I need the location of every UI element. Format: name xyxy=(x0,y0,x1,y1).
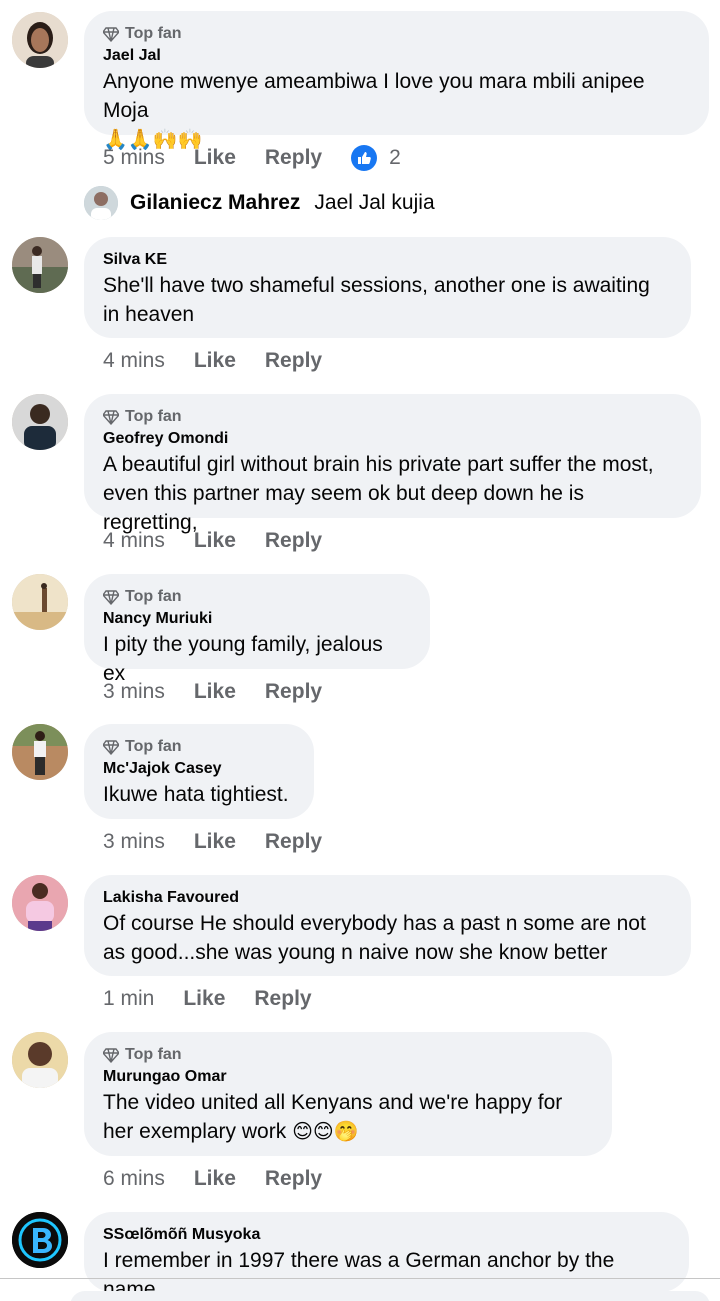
avatar[interactable] xyxy=(12,1212,68,1268)
like-button[interactable]: Like xyxy=(194,529,236,553)
top-fan-badge: Top fan xyxy=(103,586,410,608)
reaction-count: 2 xyxy=(389,146,401,169)
comment-author[interactable]: Mc'Jajok Casey xyxy=(103,758,294,780)
like-button[interactable]: Like xyxy=(194,680,236,704)
comment-bubble: Top fan Nancy Muriuki I pity the young f… xyxy=(84,574,430,685)
composer-divider xyxy=(0,1278,720,1279)
comment-bubble: Top fan Jael Jal Anyone mwenye ameambiwa… xyxy=(84,11,709,151)
comment-text: The video united all Kenyans and we're h… xyxy=(103,1088,592,1146)
reply-button[interactable]: Reply xyxy=(265,680,322,704)
logo-b-avatar-icon xyxy=(12,1212,68,1268)
reply-button[interactable]: Reply xyxy=(265,830,322,854)
avatar[interactable] xyxy=(12,237,68,293)
comment-text: Anyone mwenye ameambiwa I love you mara … xyxy=(103,67,689,154)
comment-text: A beautiful girl without brain his priva… xyxy=(103,453,654,534)
comment-time[interactable]: 1 min xyxy=(103,987,154,1011)
profile-photo-room-icon xyxy=(12,574,68,630)
diamond-icon xyxy=(103,410,119,425)
comment-composer-input[interactable] xyxy=(70,1291,710,1301)
top-fan-label: Top fan xyxy=(125,25,182,42)
reply-button[interactable]: Reply xyxy=(265,1167,322,1191)
comment-author[interactable]: Geofrey Omondi xyxy=(103,428,681,450)
like-button[interactable]: Like xyxy=(194,830,236,854)
comment-bubble: Lakisha Favoured Of course He should eve… xyxy=(84,875,691,976)
like-button[interactable]: Like xyxy=(194,349,236,373)
top-fan-label: Top fan xyxy=(125,588,182,605)
comment-text: She'll have two shameful sessions, anoth… xyxy=(103,274,650,326)
top-fan-badge: Top fan xyxy=(103,406,681,428)
diamond-icon xyxy=(103,27,119,42)
comment-text: Of course He should everybody has a past… xyxy=(103,912,646,964)
like-button[interactable]: Like xyxy=(194,146,236,170)
comment-actions: 4 mins Like Reply xyxy=(103,347,351,375)
diamond-icon xyxy=(103,740,119,755)
comment-actions: 3 mins Like Reply xyxy=(103,828,351,856)
reply-button[interactable]: Reply xyxy=(254,987,311,1011)
comment-time[interactable]: 5 mins xyxy=(103,146,165,170)
comment-author[interactable]: Lakisha Favoured xyxy=(103,887,671,909)
profile-photo-man-smiling-icon xyxy=(12,1032,68,1088)
profile-photo-woman-icon xyxy=(12,12,68,68)
top-fan-label: Top fan xyxy=(125,1046,182,1063)
avatar[interactable] xyxy=(12,875,68,931)
comment-bubble: Top fan Geofrey Omondi A beautiful girl … xyxy=(84,394,701,534)
like-button[interactable]: Like xyxy=(194,1167,236,1191)
reply-button[interactable]: Reply xyxy=(265,529,322,553)
comment-time[interactable]: 4 mins xyxy=(103,529,165,553)
thumbs-up-icon xyxy=(351,145,378,171)
reply-preview[interactable]: Gilaniecz Mahrez Jael Jal kujia xyxy=(84,183,435,223)
comment-author[interactable]: Murungao Omar xyxy=(103,1066,592,1088)
reply-author[interactable]: Gilaniecz Mahrez xyxy=(130,191,300,215)
like-button[interactable]: Like xyxy=(183,987,225,1011)
top-fan-badge: Top fan xyxy=(103,23,689,45)
comment-actions: 3 mins Like Reply xyxy=(103,678,351,706)
comment-bubble: SSœlõmõñ Musyoka I remember in 1997 ther… xyxy=(84,1212,689,1301)
avatar[interactable] xyxy=(12,574,68,630)
comment-time[interactable]: 6 mins xyxy=(103,1167,165,1191)
profile-photo-man-icon xyxy=(12,394,68,450)
comment-time[interactable]: 3 mins xyxy=(103,680,165,704)
comment-actions: 6 mins Like Reply xyxy=(103,1165,351,1193)
profile-photo-woman-pink-icon xyxy=(12,875,68,931)
comment-author[interactable]: Silva KE xyxy=(103,249,671,271)
avatar[interactable] xyxy=(12,1032,68,1088)
comment-bubble: Top fan Mc'Jajok Casey Ikuwe hata tighti… xyxy=(84,724,314,819)
comment-time[interactable]: 4 mins xyxy=(103,349,165,373)
diamond-icon xyxy=(103,590,119,605)
profile-photo-man-outdoor-icon xyxy=(12,237,68,293)
comment-bubble: Silva KE She'll have two shameful sessio… xyxy=(84,237,691,338)
reaction-summary[interactable]: 2 xyxy=(351,145,401,171)
avatar[interactable] xyxy=(12,12,68,68)
comment-actions: 4 mins Like Reply xyxy=(103,527,351,555)
profile-photo-small-icon xyxy=(84,186,118,220)
comment-text-body: Anyone mwenye ameambiwa I love you mara … xyxy=(103,70,645,122)
comment-author[interactable]: SSœlõmõñ Musyoka xyxy=(103,1224,669,1246)
avatar[interactable] xyxy=(12,724,68,780)
reply-button[interactable]: Reply xyxy=(265,146,322,170)
comment-text: Ikuwe hata tightiest. xyxy=(103,783,289,806)
comment-actions: 1 min Like Reply xyxy=(103,985,341,1013)
reply-button[interactable]: Reply xyxy=(265,349,322,373)
top-fan-label: Top fan xyxy=(125,738,182,755)
top-fan-badge: Top fan xyxy=(103,1044,592,1066)
comment-emoji: 😊😊🤭 xyxy=(292,1119,359,1143)
comment-bubble: Top fan Murungao Omar The video united a… xyxy=(84,1032,612,1156)
avatar[interactable] xyxy=(84,186,118,220)
diamond-icon xyxy=(103,1048,119,1063)
comment-time[interactable]: 3 mins xyxy=(103,830,165,854)
top-fan-label: Top fan xyxy=(125,408,182,425)
comment-author[interactable]: Nancy Muriuki xyxy=(103,608,410,630)
profile-photo-man-standing-icon xyxy=(12,724,68,780)
comment-actions: 5 mins Like Reply 2 xyxy=(103,144,401,172)
reply-text: Jael Jal kujia xyxy=(314,191,435,214)
top-fan-badge: Top fan xyxy=(103,736,294,758)
comment-author[interactable]: Jael Jal xyxy=(103,45,689,67)
avatar[interactable] xyxy=(12,394,68,450)
